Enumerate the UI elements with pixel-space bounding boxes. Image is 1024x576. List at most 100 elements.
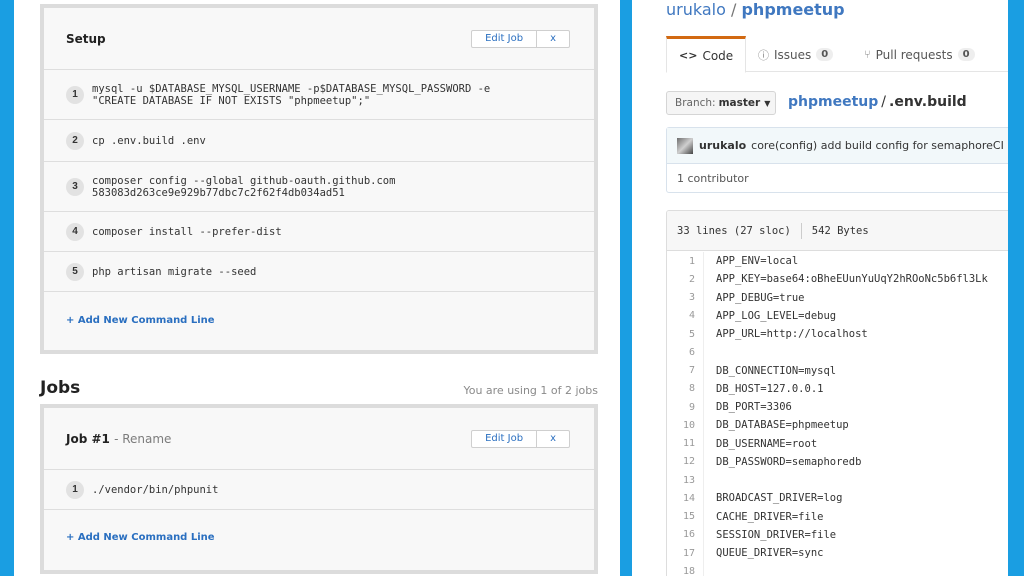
tab-pull-requests-label: Pull requests — [875, 47, 953, 62]
branch-value: master — [718, 97, 761, 109]
file-header: 33 lines (27 sloc) 542 Bytes — [667, 211, 1008, 251]
line-number[interactable]: 16 — [667, 529, 703, 540]
add-command-row: + Add New Command Line — [44, 292, 594, 348]
line-number[interactable]: 6 — [667, 347, 703, 358]
line-content: CACHE_DRIVER=file — [703, 507, 823, 526]
setup-card: Setup Edit Job x 1 mysql -u $DATABASE_MY… — [40, 4, 598, 354]
line-content: SESSION_DRIVER=file — [703, 525, 836, 544]
code-line: 10 DB_DATABASE=phpmeetup — [667, 416, 1008, 435]
line-number[interactable]: 2 — [667, 274, 703, 285]
breadcrumb-repo-link[interactable]: phpmeetup — [788, 94, 878, 110]
line-content: DB_PORT=3306 — [703, 398, 792, 417]
file-breadcrumb: phpmeetup / .env.build — [788, 94, 967, 110]
file-header-divider — [800, 222, 802, 239]
line-number[interactable]: 12 — [667, 456, 703, 467]
tab-issues-label: Issues — [774, 47, 812, 62]
caret-down-icon: ▼ — [764, 98, 771, 108]
avatar[interactable] — [677, 137, 693, 154]
code-line: 4 APP_LOG_LEVEL=debug — [667, 306, 1008, 325]
tab-issues[interactable]: ⓘ Issues 0 — [758, 36, 834, 73]
line-content — [703, 471, 716, 490]
code-line: 18 — [667, 562, 1008, 576]
job-close-button[interactable]: x — [536, 430, 569, 447]
job-title-text: Job #1 — [66, 431, 110, 446]
setup-actions: Edit Job x — [471, 29, 570, 48]
line-number[interactable]: 10 — [667, 420, 703, 431]
command-row[interactable]: 3 composer config --global github-oauth.… — [44, 162, 594, 212]
line-content: BROADCAST_DRIVER=log — [703, 489, 842, 508]
code-line: 5 APP_URL=http://localhost — [667, 325, 1008, 344]
line-number[interactable]: 17 — [667, 548, 703, 559]
line-number[interactable]: 11 — [667, 438, 703, 449]
command-row[interactable]: 1 ./vendor/bin/phpunit — [44, 470, 594, 510]
repo-title-separator: / — [730, 0, 737, 19]
code-line: 3 APP_DEBUG=true — [667, 288, 1008, 307]
command-row[interactable]: 5 php artisan migrate --seed — [44, 252, 594, 292]
line-number[interactable]: 3 — [667, 292, 703, 303]
github-file-panel: urukalo / phpmeetup <> Code ⓘ Issues 0 ⑂… — [632, 0, 1008, 576]
code-line: 14 BROADCAST_DRIVER=log — [667, 489, 1008, 508]
add-command-link[interactable]: + Add New Command Line — [44, 532, 215, 543]
add-command-link[interactable]: + Add New Command Line — [44, 315, 215, 326]
pull-request-icon: ⑂ — [864, 48, 871, 61]
branch-selector[interactable]: Branch: master ▼ — [666, 91, 776, 115]
tab-code[interactable]: <> Code — [666, 36, 747, 73]
code-line: 6 — [667, 343, 1008, 362]
breadcrumb-file-name: .env.build — [889, 94, 967, 110]
line-number[interactable]: 8 — [667, 383, 703, 394]
line-number[interactable]: 4 — [667, 310, 703, 321]
add-command-row: + Add New Command Line — [44, 510, 594, 564]
build-settings-panel: Setup Edit Job x 1 mysql -u $DATABASE_MY… — [14, 0, 620, 576]
command-text[interactable]: cp .env.build .env — [92, 135, 206, 147]
code-line: 15 CACHE_DRIVER=file — [667, 507, 1008, 526]
job-edit-button[interactable]: Edit Job — [472, 431, 536, 447]
commit-message-link[interactable]: core(config) add build config for semaph… — [751, 139, 1004, 152]
line-content: DB_PASSWORD=semaphoredb — [703, 452, 861, 471]
job-card-header: Job #1 - Rename Edit Job x — [44, 408, 594, 470]
command-row[interactable]: 4 composer install --prefer-dist — [44, 212, 594, 252]
code-line: 17 QUEUE_DRIVER=sync — [667, 544, 1008, 563]
line-number[interactable]: 18 — [667, 566, 703, 576]
command-text[interactable]: composer install --prefer-dist — [92, 226, 282, 238]
line-content: QUEUE_DRIVER=sync — [703, 544, 823, 563]
repo-owner-link[interactable]: urukalo — [666, 0, 726, 19]
contributors-text[interactable]: 1 contributor — [677, 172, 749, 185]
code-line: 2 APP_KEY=base64:oBheEUunYuUqY2hROoNc5b6f… — [667, 270, 1008, 289]
setup-card-header: Setup Edit Job x — [44, 8, 594, 70]
line-number[interactable]: 15 — [667, 511, 703, 522]
code-line: 8 DB_HOST=127.0.0.1 — [667, 379, 1008, 398]
setup-edit-job-button[interactable]: Edit Job — [472, 31, 536, 47]
line-number[interactable]: 7 — [667, 365, 703, 376]
line-number[interactable]: 9 — [667, 402, 703, 413]
line-content: APP_DEBUG=true — [703, 288, 805, 307]
command-text[interactable]: ./vendor/bin/phpunit — [92, 484, 218, 496]
line-number[interactable]: 5 — [667, 329, 703, 340]
line-content — [703, 343, 716, 362]
line-content: APP_ENV=local — [703, 252, 798, 271]
command-text[interactable]: composer config --global github-oauth.gi… — [92, 175, 395, 199]
line-number[interactable]: 14 — [667, 493, 703, 504]
code-line: 7 DB_CONNECTION=mysql — [667, 361, 1008, 380]
code-line: 11 DB_USERNAME=root — [667, 434, 1008, 453]
setup-close-button[interactable]: x — [536, 30, 569, 47]
commit-author-link[interactable]: urukalo — [699, 139, 746, 152]
code-line: 13 — [667, 471, 1008, 490]
command-row[interactable]: 1 mysql -u $DATABASE_MYSQL_USERNAME -p$D… — [44, 70, 594, 120]
line-content — [703, 562, 716, 576]
rename-link[interactable]: - Rename — [114, 432, 171, 446]
line-number[interactable]: 13 — [667, 475, 703, 486]
code-line: 16 SESSION_DRIVER=file — [667, 525, 1008, 544]
command-text[interactable]: mysql -u $DATABASE_MYSQL_USERNAME -p$DAT… — [92, 83, 490, 107]
command-row[interactable]: 2 cp .env.build .env — [44, 120, 594, 162]
setup-title: Setup — [66, 31, 106, 46]
command-text[interactable]: php artisan migrate --seed — [92, 266, 256, 278]
tab-code-label: Code — [702, 48, 734, 63]
repo-name-link[interactable]: phpmeetup — [741, 0, 844, 19]
latest-commit: urukalo core(config) add build config fo… — [667, 128, 1008, 164]
commit-info-box: urukalo core(config) add build config fo… — [666, 127, 1008, 193]
line-number[interactable]: 1 — [667, 256, 703, 267]
code-line: 1 APP_ENV=local — [667, 252, 1008, 271]
tab-pull-requests[interactable]: ⑂ Pull requests 0 — [864, 36, 975, 73]
line-content: DB_HOST=127.0.0.1 — [703, 379, 823, 398]
line-content: APP_URL=http://localhost — [703, 325, 868, 344]
